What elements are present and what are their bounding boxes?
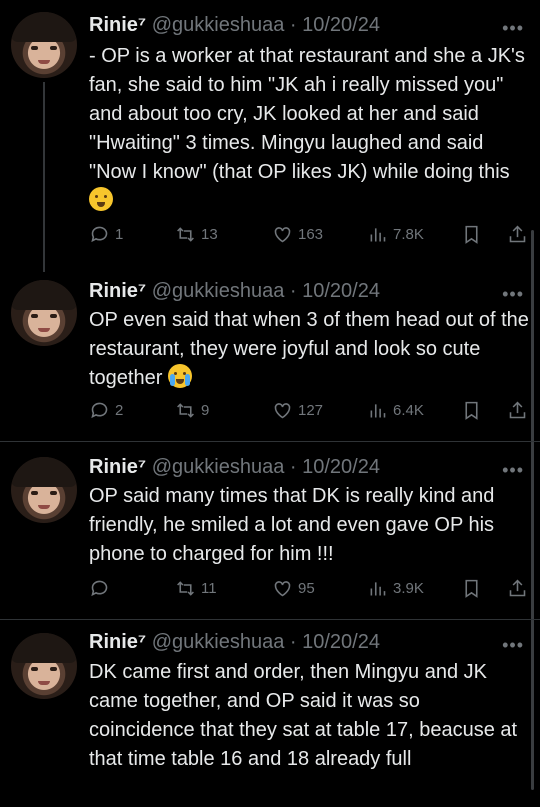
heart-icon [274, 403, 291, 419]
tweet-date[interactable]: 10/20/24 [302, 456, 380, 478]
views-button[interactable]: 7.8K [367, 224, 424, 245]
view-count: 7.8K [393, 226, 424, 243]
tweet-header: Rinie⁷ @gukkieshuaa · 10/20/24 [89, 631, 380, 654]
shushing-face-emoji [89, 187, 113, 211]
avatar[interactable] [11, 280, 77, 346]
bookmark-button[interactable] [461, 400, 482, 421]
avatar[interactable] [11, 457, 77, 523]
reply-count: 2 [115, 402, 124, 419]
like-button[interactable]: 163 [272, 224, 323, 245]
tweet-date[interactable]: 10/20/24 [302, 280, 380, 302]
tweet-date[interactable]: 10/20/24 [302, 14, 380, 36]
retweet-button[interactable]: 9 [175, 400, 209, 421]
loudly-crying-face-emoji [167, 364, 192, 388]
reply-button[interactable]: 1 [89, 224, 123, 245]
user-handle[interactable]: @gukkieshuaa [152, 456, 285, 478]
separator: · [284, 14, 303, 36]
tweet-header: Rinie⁷ @gukkieshuaa · 10/20/24 [89, 280, 380, 303]
retweet-count: 13 [201, 226, 218, 243]
avatar[interactable] [11, 633, 77, 699]
view-count: 6.4K [393, 402, 424, 419]
share-button[interactable] [507, 578, 528, 599]
tweet-text-content: DK came first and order, then Mingyu and… [89, 661, 518, 770]
retweet-button[interactable]: 13 [175, 224, 218, 245]
tweet-header: Rinie⁷ @gukkieshuaa · 10/20/24 [89, 14, 380, 37]
reply-icon [91, 226, 108, 243]
reply-icon [91, 402, 108, 419]
retweet-count: 11 [201, 580, 217, 597]
more-options-button[interactable]: ••• [502, 18, 524, 39]
like-button[interactable]: 127 [272, 400, 323, 421]
reply-icon [91, 580, 108, 597]
separator: · [284, 631, 303, 653]
reply-count: 1 [115, 226, 124, 243]
more-options-button[interactable]: ••• [502, 284, 524, 305]
views-button[interactable]: 6.4K [367, 400, 424, 421]
retweet-icon [177, 581, 194, 596]
tweet-date[interactable]: 10/20/24 [302, 631, 380, 653]
bookmark-icon [465, 225, 478, 244]
like-count: 127 [298, 402, 324, 419]
separator: · [284, 456, 303, 478]
tweet-actions: 1 13 163 7.8K [89, 224, 529, 248]
tweet-header: Rinie⁷ @gukkieshuaa · 10/20/24 [89, 456, 380, 479]
views-icon [370, 404, 386, 418]
display-name[interactable]: Rinie⁷ [89, 280, 146, 302]
tweet-actions: 11 95 3.9K [89, 578, 529, 602]
share-button[interactable] [507, 400, 528, 421]
divider [0, 441, 540, 442]
retweet-count: 9 [201, 402, 210, 419]
user-handle[interactable]: @gukkieshuaa [152, 280, 285, 302]
views-button[interactable]: 3.9K [367, 578, 424, 599]
user-handle[interactable]: @gukkieshuaa [152, 14, 285, 36]
retweet-icon [177, 227, 194, 242]
divider [0, 619, 540, 620]
bookmark-icon [465, 579, 478, 598]
bookmark-icon [465, 401, 478, 420]
bookmark-button[interactable] [461, 578, 482, 599]
tweet-text-content: - OP is a worker at that restaurant and … [89, 45, 525, 183]
share-icon [509, 225, 526, 243]
heart-icon [274, 227, 291, 243]
like-button[interactable]: 95 [272, 578, 315, 599]
tweet-text-content: OP even said that when 3 of them head ou… [89, 309, 529, 389]
heart-icon [274, 581, 291, 597]
tweet-actions: 2 9 127 6.4K [89, 400, 529, 424]
avatar[interactable] [11, 12, 77, 78]
retweet-button[interactable]: 11 [175, 578, 217, 599]
views-icon [370, 582, 386, 596]
thread-line [43, 82, 45, 272]
display-name[interactable]: Rinie⁷ [89, 14, 146, 36]
display-name[interactable]: Rinie⁷ [89, 631, 146, 653]
share-icon [509, 579, 526, 597]
tweet-text: - OP is a worker at that restaurant and … [89, 42, 529, 216]
share-button[interactable] [507, 224, 528, 245]
tweet-text: OP said many times that DK is really kin… [89, 482, 529, 569]
separator: · [284, 280, 303, 302]
share-icon [509, 401, 526, 419]
more-options-button[interactable]: ••• [502, 460, 524, 481]
like-count: 163 [298, 226, 324, 243]
more-options-button[interactable]: ••• [502, 635, 524, 656]
like-count: 95 [298, 580, 315, 597]
tweet-text-content: OP said many times that DK is really kin… [89, 485, 495, 565]
scrollbar[interactable] [531, 230, 534, 790]
view-count: 3.9K [393, 580, 424, 597]
user-handle[interactable]: @gukkieshuaa [152, 631, 285, 653]
tweet-text: DK came first and order, then Mingyu and… [89, 658, 529, 774]
retweet-icon [177, 403, 194, 418]
reply-button[interactable]: 2 [89, 400, 123, 421]
reply-button[interactable] [89, 578, 115, 599]
tweet-text: OP even said that when 3 of them head ou… [89, 306, 529, 393]
display-name[interactable]: Rinie⁷ [89, 456, 146, 478]
views-icon [370, 228, 386, 242]
bookmark-button[interactable] [461, 224, 482, 245]
